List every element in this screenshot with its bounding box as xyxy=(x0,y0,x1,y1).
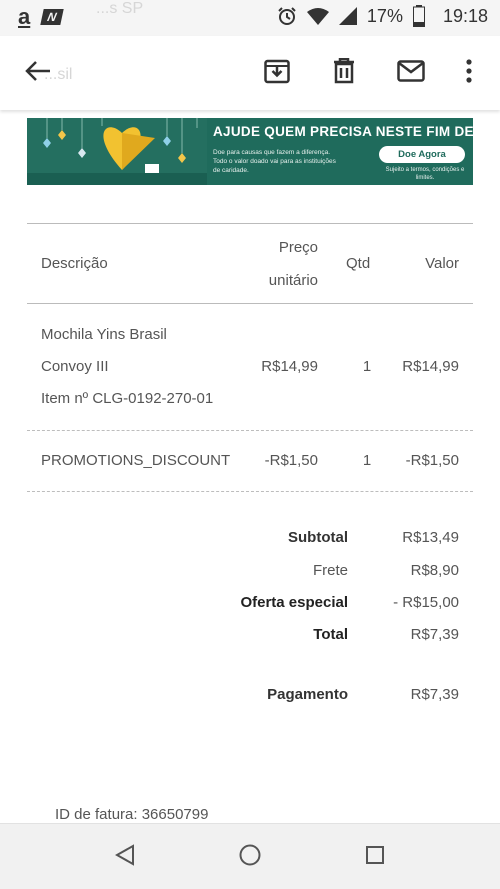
mark-unread-button[interactable] xyxy=(394,56,428,90)
archive-icon xyxy=(264,58,290,89)
discount-description: PROMOTIONS_DISCOUNT xyxy=(41,452,231,469)
back-button[interactable] xyxy=(21,56,55,90)
app-bar: ...sil xyxy=(0,36,500,110)
status-bar: a N 17% 19:18 xyxy=(0,0,500,36)
shipping-label: Frete xyxy=(312,562,348,579)
alarm-icon xyxy=(277,6,297,26)
donation-banner[interactable]: AJUDE QUEM PRECISA NESTE FIM DE ANO Doe … xyxy=(27,118,473,185)
discount-unit-price: -R$1,50 xyxy=(264,452,318,469)
back-arrow-icon xyxy=(25,60,51,87)
subtotal-label: Subtotal xyxy=(288,529,348,546)
navigation-bar xyxy=(0,823,500,889)
recents-square-icon xyxy=(365,845,385,870)
shipping-value: R$8,90 xyxy=(410,562,459,579)
item-description-line2: Convoy III xyxy=(41,358,109,375)
table-top-rule xyxy=(27,223,473,224)
header-bottom-rule xyxy=(27,303,473,304)
payment-label: Pagamento xyxy=(267,686,348,703)
item-value: R$14,99 xyxy=(402,358,459,375)
nubank-notification-icon: N xyxy=(40,9,64,25)
special-offer-label: Oferta especial xyxy=(240,594,348,611)
item-unit-price: R$14,99 xyxy=(261,358,318,375)
header-description: Descrição xyxy=(41,255,108,272)
header-unit-price-line2: unitário xyxy=(268,272,318,289)
ghost-text-1: ...s SP xyxy=(96,0,144,17)
banner-title: AJUDE QUEM PRECISA NESTE FIM DE ANO xyxy=(213,124,473,139)
wifi-icon xyxy=(306,7,329,25)
discount-qty: 1 xyxy=(362,452,372,469)
banner-illustration xyxy=(27,118,207,185)
back-triangle-icon xyxy=(114,843,135,871)
more-vert-icon xyxy=(466,58,472,88)
payment-value: R$7,39 xyxy=(410,686,459,703)
archive-button[interactable] xyxy=(260,56,294,90)
header-qty: Qtd xyxy=(346,255,371,272)
invoice-id: ID de fatura: 36650799 xyxy=(55,806,209,823)
total-label: Total xyxy=(313,626,348,643)
header-unit-price-line1: Preço xyxy=(278,239,318,256)
screen: a N 17% 19:18 ...s SP 17132346 ...sil xyxy=(0,0,500,889)
signal-icon xyxy=(338,7,357,25)
nav-recents-button[interactable] xyxy=(360,842,390,872)
amazon-notification-icon: a xyxy=(18,4,31,29)
delete-button[interactable] xyxy=(327,56,361,90)
total-value: R$7,39 xyxy=(410,626,459,643)
notification-icons: a N xyxy=(18,4,64,29)
subtotal-value: R$13,49 xyxy=(402,529,459,546)
row-divider xyxy=(27,491,473,492)
nav-home-button[interactable] xyxy=(235,842,265,872)
item-description-line1: Mochila Yins Brasil xyxy=(41,326,167,343)
system-icons: 17% 19:18 xyxy=(277,5,488,27)
nav-back-button[interactable] xyxy=(110,842,140,872)
home-circle-icon xyxy=(239,844,261,871)
banner-body: Doe para causas que fazem a diferença. T… xyxy=(213,149,336,174)
donate-now-button[interactable]: Doe Agora xyxy=(379,146,465,163)
row-divider xyxy=(27,430,473,431)
mail-icon xyxy=(397,59,425,87)
special-offer-value: - R$15,00 xyxy=(393,594,459,611)
discount-value: -R$1,50 xyxy=(405,452,459,469)
delete-icon xyxy=(333,57,355,89)
more-options-button[interactable] xyxy=(452,56,486,90)
banner-terms: Sujeito a termos, condições e limites. xyxy=(385,167,465,181)
clock: 19:18 xyxy=(442,5,488,26)
header-value: Valor xyxy=(425,255,459,272)
battery-percentage: 17% xyxy=(366,5,403,26)
item-number: Item nº CLG-0192-270-01 xyxy=(41,390,214,407)
battery-icon xyxy=(412,5,425,27)
item-qty: 1 xyxy=(362,358,372,375)
